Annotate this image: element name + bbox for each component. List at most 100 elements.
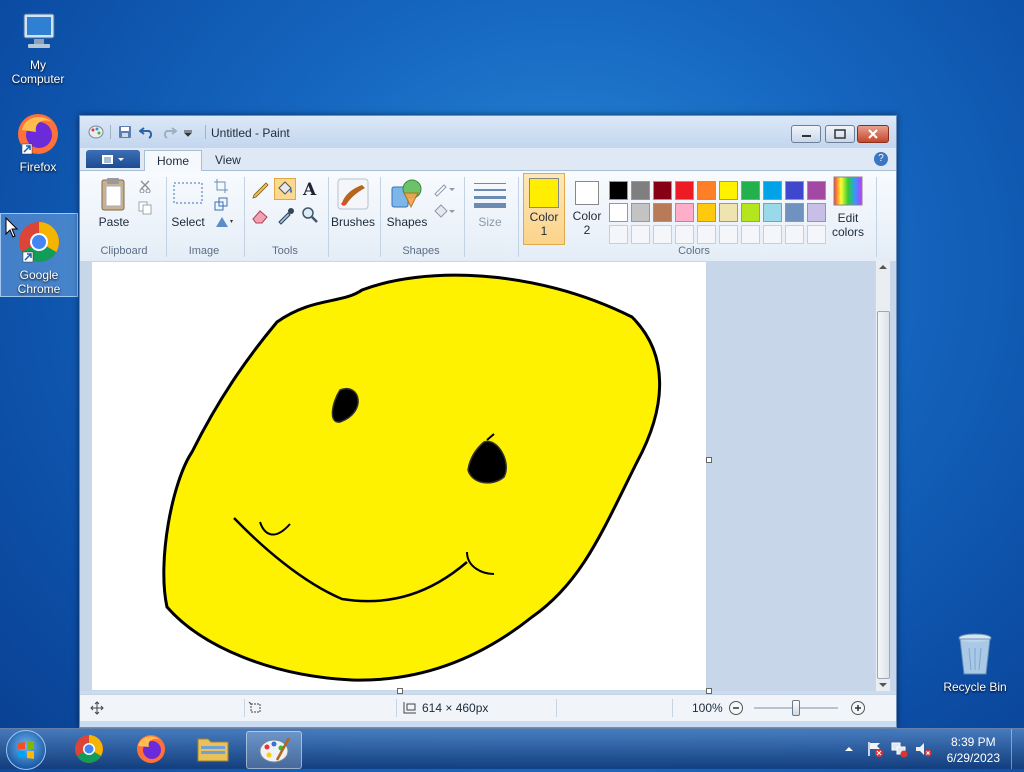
resize-icon[interactable] xyxy=(214,197,228,211)
undo-icon[interactable] xyxy=(138,125,155,139)
palette-swatch[interactable] xyxy=(609,181,628,200)
desktop-icon-label: Recycle Bin xyxy=(943,680,1007,694)
palette-swatch[interactable] xyxy=(609,203,628,222)
palette-swatch[interactable] xyxy=(697,181,716,200)
brushes-button[interactable]: Brushes xyxy=(331,177,375,243)
resize-handle-right[interactable] xyxy=(706,457,712,463)
palette-custom-slot[interactable] xyxy=(807,225,826,244)
vertical-scrollbar[interactable] xyxy=(875,261,890,691)
tools-grid: A xyxy=(250,178,322,237)
color-1-swatch xyxy=(529,178,559,208)
palette-swatch[interactable] xyxy=(785,181,804,200)
file-menu-button[interactable] xyxy=(86,150,140,168)
palette-custom-slot[interactable] xyxy=(785,225,804,244)
close-button[interactable] xyxy=(857,125,889,143)
desktop-icon-my-computer[interactable]: My Computer xyxy=(2,8,74,86)
taskbar-chrome[interactable] xyxy=(62,731,116,767)
palette-swatch[interactable] xyxy=(763,203,782,222)
palette-swatch[interactable] xyxy=(807,203,826,222)
show-hidden-icons-icon[interactable] xyxy=(843,743,855,755)
palette-swatch[interactable] xyxy=(653,181,672,200)
outline-icon[interactable] xyxy=(432,181,456,197)
system-clock[interactable]: 8:39 PM 6/29/2023 xyxy=(947,734,1000,766)
tab-view[interactable]: View xyxy=(203,150,253,170)
scroll-up-icon[interactable] xyxy=(876,261,890,273)
crop-icon[interactable] xyxy=(214,179,228,193)
redo-icon[interactable] xyxy=(161,125,178,139)
magnifier-icon[interactable] xyxy=(300,205,320,225)
action-center-flag-icon[interactable] xyxy=(866,740,884,758)
palette-custom-slot[interactable] xyxy=(653,225,672,244)
network-icon[interactable] xyxy=(890,740,908,758)
taskbar-paint[interactable] xyxy=(246,731,302,769)
file-menu-icon xyxy=(102,155,124,164)
customize-qat-icon[interactable] xyxy=(183,125,199,139)
window-title: Untitled - Paint xyxy=(211,126,290,140)
smiley-drawing xyxy=(162,273,662,682)
cut-icon[interactable] xyxy=(138,179,152,193)
fill-icon[interactable] xyxy=(432,203,456,219)
zoom-in-icon[interactable] xyxy=(850,700,866,716)
zoom-slider-thumb[interactable] xyxy=(792,700,800,716)
taskbar-firefox[interactable] xyxy=(124,731,178,767)
palette-custom-slot[interactable] xyxy=(741,225,760,244)
eraser-icon[interactable] xyxy=(250,205,272,225)
palette-custom-slot[interactable] xyxy=(719,225,738,244)
palette-custom-slot[interactable] xyxy=(609,225,628,244)
ribbon: Paste Clipboard Select Image A Tools Bru… xyxy=(80,171,896,262)
drawing-canvas[interactable] xyxy=(92,262,706,690)
paint-app-icon[interactable] xyxy=(88,125,104,139)
palette-custom-slot[interactable] xyxy=(631,225,650,244)
shapes-button[interactable]: Shapes xyxy=(386,177,428,243)
zoom-out-icon[interactable] xyxy=(728,700,744,716)
save-icon[interactable] xyxy=(117,125,133,139)
color-2-button[interactable]: Color 2 xyxy=(567,173,607,245)
fill-tool-button[interactable] xyxy=(274,178,296,200)
select-button[interactable]: Select xyxy=(171,177,205,235)
edit-colors-button[interactable]: Edit colors xyxy=(826,175,870,241)
palette-swatch[interactable] xyxy=(741,181,760,200)
palette-swatch[interactable] xyxy=(785,203,804,222)
size-button[interactable]: Size xyxy=(470,177,510,243)
palette-custom-slot[interactable] xyxy=(763,225,782,244)
palette-swatch[interactable] xyxy=(631,181,650,200)
desktop-icon-firefox[interactable]: Firefox xyxy=(2,110,74,174)
help-icon[interactable]: ? xyxy=(874,152,888,166)
desktop-icon-recycle-bin[interactable]: Recycle Bin xyxy=(938,630,1012,694)
palette-swatch[interactable] xyxy=(675,203,694,222)
taskbar-file-explorer[interactable] xyxy=(186,731,240,767)
minimize-button[interactable] xyxy=(791,125,821,143)
palette-swatch[interactable] xyxy=(807,181,826,200)
show-desktop-button[interactable] xyxy=(1011,729,1024,769)
palette-custom-slot[interactable] xyxy=(675,225,694,244)
palette-swatch[interactable] xyxy=(763,181,782,200)
tab-home[interactable]: Home xyxy=(144,150,203,171)
paste-icon xyxy=(101,178,125,211)
volume-muted-icon[interactable] xyxy=(914,740,932,758)
mouse-cursor-icon xyxy=(5,217,19,238)
palette-custom-slot[interactable] xyxy=(697,225,716,244)
start-button[interactable] xyxy=(6,730,46,770)
vertical-scroll-thumb[interactable] xyxy=(877,311,890,679)
scroll-down-icon[interactable] xyxy=(876,679,890,691)
palette-swatch[interactable] xyxy=(653,203,672,222)
palette-swatch[interactable] xyxy=(719,181,738,200)
rotate-icon[interactable] xyxy=(214,215,234,229)
color-1-button[interactable]: Color 1 xyxy=(523,173,565,245)
copy-icon[interactable] xyxy=(138,201,152,215)
text-tool-icon[interactable]: A xyxy=(300,179,320,199)
ribbon-tabs: Home View ? xyxy=(80,148,896,171)
close-icon xyxy=(868,129,878,139)
paste-button[interactable]: Paste xyxy=(94,177,134,235)
palette-swatch[interactable] xyxy=(675,181,694,200)
pencil-icon[interactable] xyxy=(250,179,272,199)
palette-swatch[interactable] xyxy=(741,203,760,222)
svg-text:A: A xyxy=(302,180,317,199)
paint-palette-icon xyxy=(259,737,291,763)
color-picker-icon[interactable] xyxy=(275,205,297,225)
palette-swatch[interactable] xyxy=(631,203,650,222)
palette-swatch[interactable] xyxy=(697,203,716,222)
maximize-button[interactable] xyxy=(825,125,855,143)
taskbar: 8:39 PM 6/29/2023 xyxy=(0,728,1024,770)
palette-swatch[interactable] xyxy=(719,203,738,222)
